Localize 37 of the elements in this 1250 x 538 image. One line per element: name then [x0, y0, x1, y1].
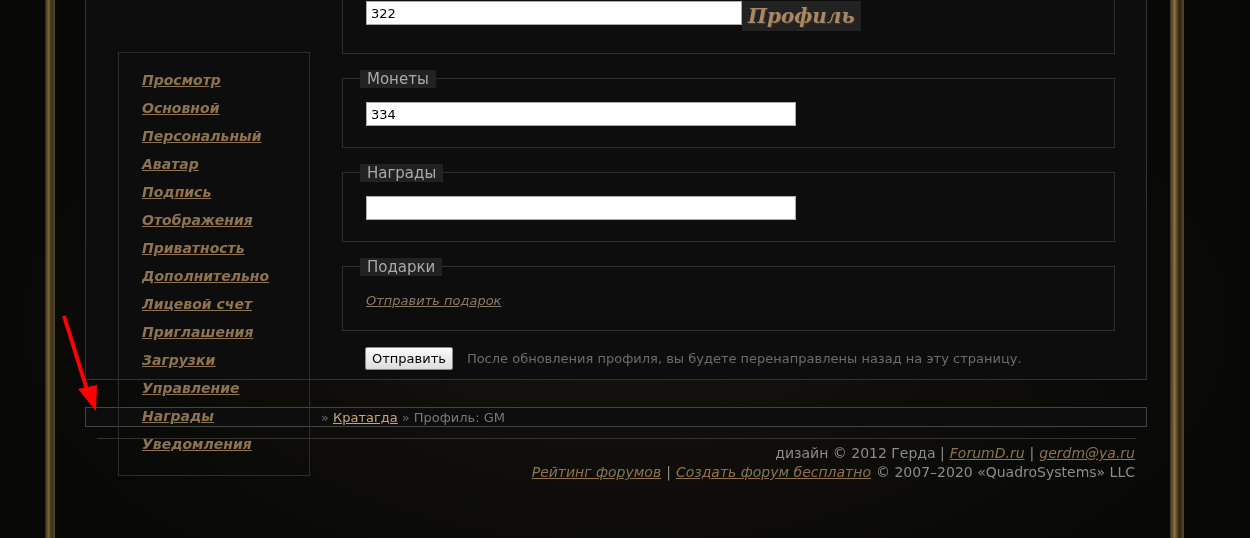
menu-link[interactable]: Основной	[142, 99, 220, 118]
send-gift-link[interactable]: Отправить подарок	[366, 293, 502, 308]
menu-link[interactable]: Подпись	[142, 183, 212, 202]
menu-link[interactable]: Управление	[142, 379, 240, 398]
breadcrumb-link[interactable]: Кратагда	[332, 409, 398, 425]
input-field[interactable]: 322	[366, 1, 742, 25]
footer-text: дизайн © 2012 Герда |	[775, 445, 945, 461]
footer-text: |	[1029, 445, 1035, 461]
menu-link[interactable]: Уведомления	[142, 435, 252, 454]
input-field[interactable]	[366, 196, 796, 220]
menu-link[interactable]: Просмотр	[142, 71, 221, 90]
menu-link[interactable]: Отображения	[142, 211, 253, 230]
footer-text: |	[666, 464, 671, 480]
fieldset-legend: Подарки	[360, 258, 443, 276]
menu-link[interactable]: Персональный	[142, 127, 262, 146]
input-field[interactable]: 334	[366, 102, 796, 126]
menu-link[interactable]: Приглашения	[142, 323, 254, 342]
menu-link[interactable]: Загрузки	[142, 351, 216, 370]
menu-link[interactable]: Аватар	[142, 155, 199, 174]
footer-link[interactable]: Рейтинг форумов	[531, 464, 662, 480]
menu-link[interactable]: Награды	[142, 407, 214, 426]
menu-link[interactable]: Дополнительно	[142, 267, 270, 286]
fieldset-legend: Монеты	[360, 70, 436, 88]
breadcrumb-separator: »	[401, 409, 410, 425]
breadcrumb-current: Профиль: GM	[413, 409, 506, 425]
submit-button[interactable]: Отправить	[365, 347, 453, 370]
footer-link[interactable]: ForumD.ru	[949, 445, 1025, 461]
redirect-note: После обновления профиля, вы будете перенаправлены назад на эту страницу.	[466, 351, 1022, 366]
menu-link[interactable]: Лицевой счет	[142, 295, 252, 314]
menu-link[interactable]: Приватность	[142, 239, 245, 258]
breadcrumb-separator: »	[321, 409, 329, 425]
arrow-icon	[60, 313, 100, 413]
footer-link[interactable]: Создать форум бесплатно	[675, 464, 871, 480]
footer-link[interactable]: gerdm@ya.ru	[1039, 445, 1135, 461]
profile-title: Профиль	[742, 1, 861, 31]
footer-text: © 2007–2020 «QuadroSystems» LLC	[876, 464, 1135, 480]
fieldset-legend: Награды	[360, 164, 444, 182]
